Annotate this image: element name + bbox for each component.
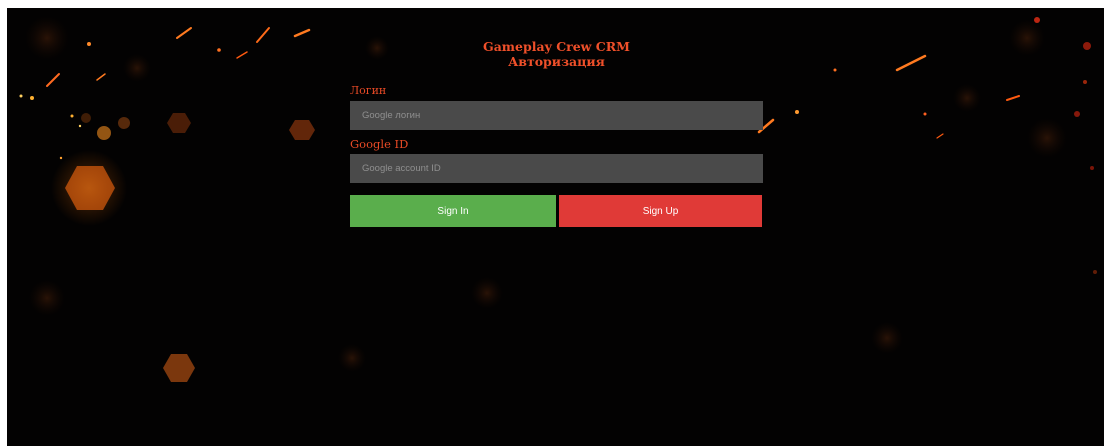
app-title: Gameplay Crew CRM [483,39,630,54]
sign-up-button[interactable]: Sign Up [559,195,762,227]
login-label: Логин [350,84,387,97]
google-id-label: Google ID [350,137,409,151]
google-login-input[interactable] [350,101,763,130]
login-form: Gameplay Crew CRM Авторизация Логин Goog… [350,8,763,238]
sign-in-button[interactable]: Sign In [350,195,556,227]
page-subtitle: Авторизация [508,54,605,69]
google-account-id-input[interactable] [350,154,763,183]
login-page: Gameplay Crew CRM Авторизация Логин Goog… [7,8,1104,446]
